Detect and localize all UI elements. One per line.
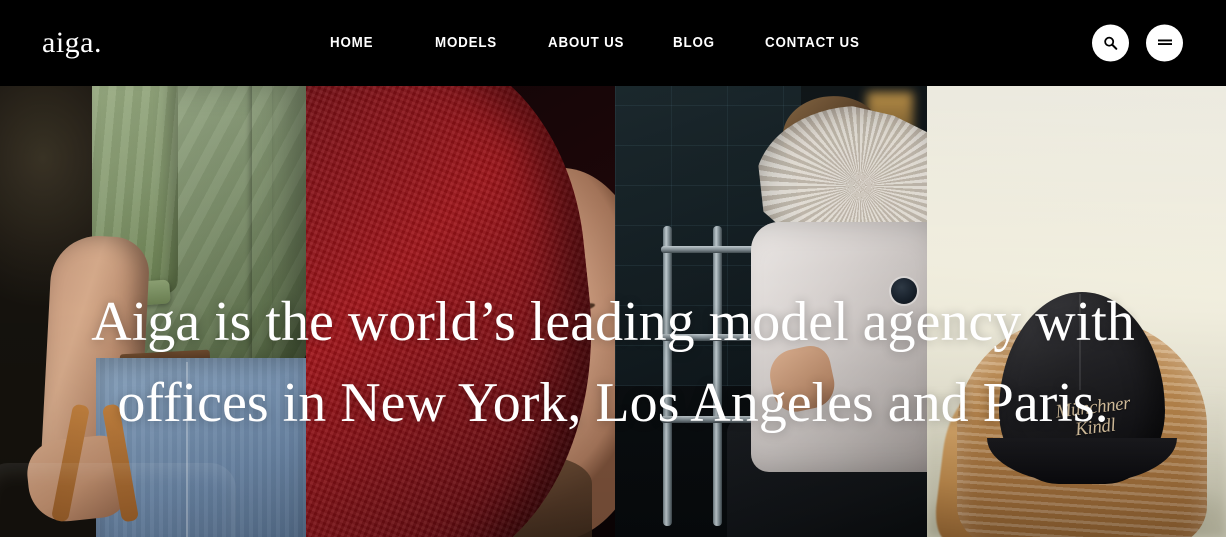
nav-item-models[interactable]: MODELS bbox=[435, 36, 548, 51]
slide-image-man-green-shirt bbox=[0, 86, 306, 537]
slide-image-woman-red-hood bbox=[306, 86, 615, 537]
nav-item-contact-us[interactable]: CONTACT US bbox=[765, 36, 865, 51]
nav-link-contact-us[interactable]: CONTACT US bbox=[765, 36, 859, 51]
nav-link-blog[interactable]: BLOG bbox=[673, 36, 758, 51]
header-actions bbox=[1092, 24, 1183, 62]
site-header: aiga. HOME MODELS ABOUT US BLOG CONTACT … bbox=[0, 0, 1226, 86]
page-root: aiga. HOME MODELS ABOUT US BLOG CONTACT … bbox=[0, 0, 1226, 537]
nav-item-about-us[interactable]: ABOUT US bbox=[548, 36, 673, 51]
site-logo[interactable]: aiga. bbox=[42, 28, 102, 58]
nav-link-about-us[interactable]: ABOUT US bbox=[548, 36, 663, 51]
nav-item-blog[interactable]: BLOG bbox=[673, 36, 765, 51]
hero-slide-woman-red-hood[interactable] bbox=[306, 86, 615, 537]
hero-slide-man-green-shirt[interactable] bbox=[0, 86, 306, 537]
main-navigation: HOME MODELS ABOUT US BLOG CONTACT US bbox=[330, 36, 865, 51]
nav-item-home[interactable]: HOME bbox=[330, 36, 435, 51]
hamburger-menu-icon bbox=[1157, 37, 1173, 49]
menu-button[interactable] bbox=[1146, 24, 1183, 62]
hero-section: Münchner Kindl Aiga is the world’s leadi… bbox=[0, 86, 1226, 537]
nav-link-home[interactable]: HOME bbox=[330, 36, 427, 51]
hero-slide-woman-black-cap[interactable]: Münchner Kindl bbox=[927, 86, 1226, 537]
hero-slide-man-fur-parka[interactable] bbox=[615, 86, 927, 537]
slide-image-woman-black-cap: Münchner Kindl bbox=[927, 86, 1226, 537]
nav-link-models[interactable]: MODELS bbox=[435, 36, 539, 51]
slide-image-man-fur-parka bbox=[615, 86, 927, 537]
search-button[interactable] bbox=[1092, 24, 1129, 62]
search-icon bbox=[1103, 36, 1118, 51]
hero-slider[interactable]: Münchner Kindl bbox=[0, 86, 1226, 537]
